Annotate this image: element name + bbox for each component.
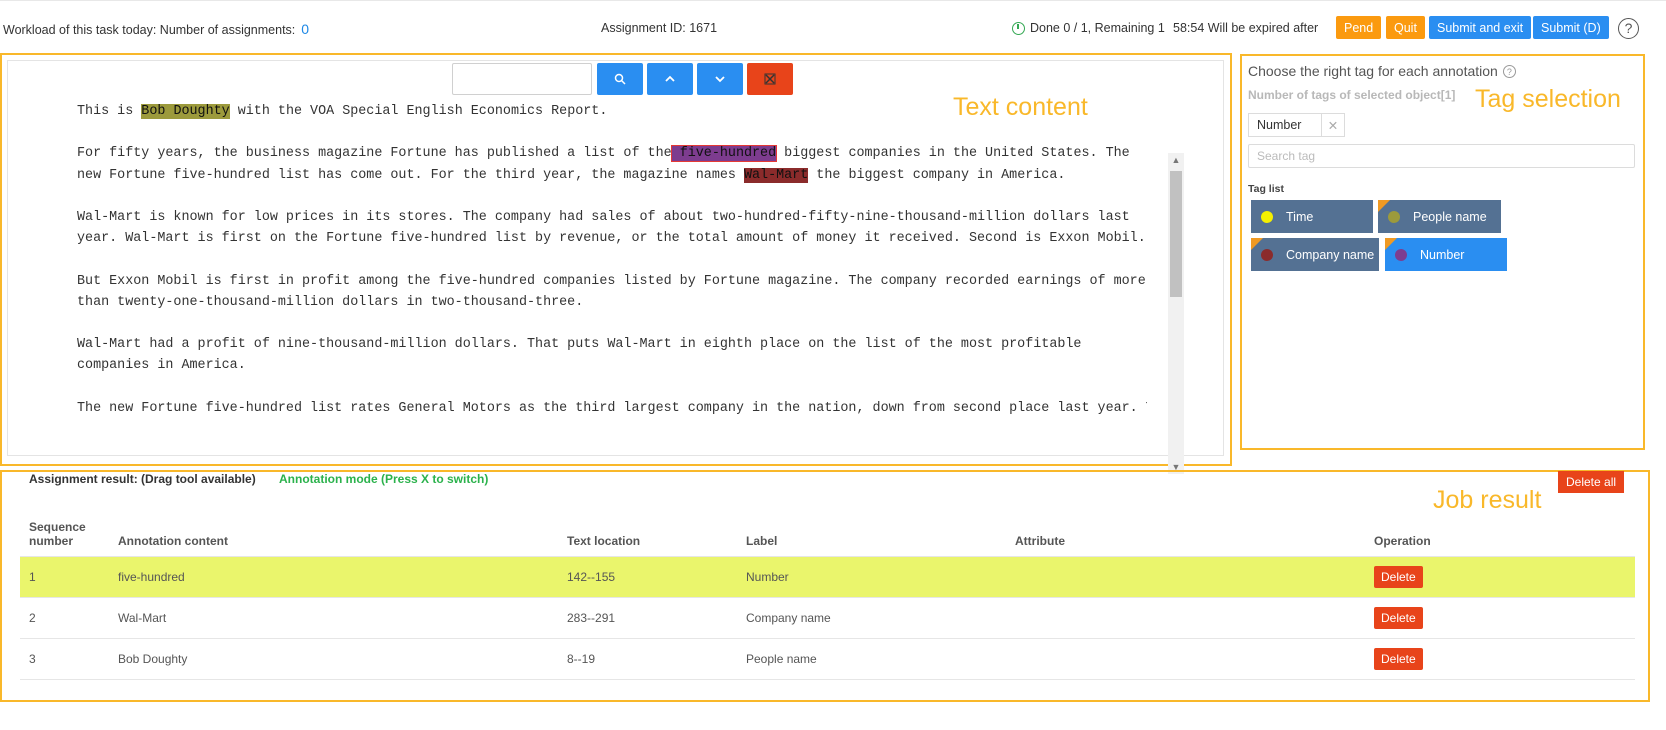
paragraph: The new Fortune five-hundred list rates … bbox=[77, 400, 1147, 416]
search-button[interactable] bbox=[597, 63, 643, 95]
cell-label: Company name bbox=[737, 597, 1006, 639]
tag-color-dot bbox=[1388, 210, 1400, 223]
paragraph: For fifty years, the business magazine F… bbox=[77, 145, 1130, 183]
workload-info: Workload of this task today: Number of a… bbox=[3, 21, 309, 37]
job-result-panel: Assignment result: (Drag tool available)… bbox=[0, 470, 1650, 702]
cell-operation: Delete bbox=[1365, 597, 1635, 639]
paragraph: Wal-Mart is known for low prices in its … bbox=[77, 209, 1146, 247]
document-text[interactable]: This is Bob Doughty with the VOA Special… bbox=[77, 101, 1147, 440]
cell-label: Number bbox=[737, 556, 1006, 598]
tag-selection-label: Tag selection bbox=[1475, 85, 1621, 113]
tag-color-dot bbox=[1395, 248, 1407, 261]
timer-icon bbox=[1012, 21, 1025, 35]
tag-corner-marker bbox=[1378, 200, 1390, 212]
next-button[interactable] bbox=[697, 63, 743, 95]
cell-location: 283--291 bbox=[558, 597, 737, 639]
delete-all-button[interactable]: Delete all bbox=[1558, 471, 1625, 493]
search-input[interactable] bbox=[452, 63, 592, 95]
submit-and-exit-button[interactable]: Submit and exit bbox=[1429, 16, 1532, 39]
paragraph: This is Bob Doughty with the VOA Special… bbox=[77, 104, 608, 119]
submit-button[interactable]: Submit (D) bbox=[1533, 16, 1609, 39]
cell-operation: Delete bbox=[1365, 638, 1635, 680]
tag-list-label: Tag list bbox=[1248, 183, 1284, 195]
annotation-mode[interactable]: Annotation mode (Press X to switch) bbox=[279, 472, 488, 486]
previous-button[interactable] bbox=[647, 63, 693, 95]
annotation-company-name[interactable]: Wal-Mart bbox=[743, 167, 809, 183]
results-table: Sequence number Annotation content Text … bbox=[20, 510, 1635, 680]
top-bar: Workload of this task today: Number of a… bbox=[0, 0, 1666, 54]
annotation-number[interactable]: five-hundred bbox=[670, 145, 778, 163]
progress-info: Done 0 / 1, Remaining 1 bbox=[1012, 21, 1165, 35]
pend-button[interactable]: Pend bbox=[1336, 16, 1382, 39]
quit-button[interactable]: Quit bbox=[1386, 16, 1425, 39]
scroll-up-icon[interactable]: ▲ bbox=[1171, 155, 1181, 165]
help-icon[interactable]: ? bbox=[1618, 18, 1639, 39]
selected-tag-chip: Number ✕ bbox=[1248, 113, 1345, 137]
tag-selection-panel: Choose the right tag for each annotation… bbox=[1240, 54, 1645, 450]
tag-company-name[interactable]: Company name bbox=[1251, 238, 1379, 271]
delete-row-button[interactable]: Delete bbox=[1374, 647, 1423, 670]
cell-label: People name bbox=[737, 638, 1006, 680]
assignment-id: Assignment ID: 1671 bbox=[601, 21, 718, 35]
column-header: Text location bbox=[558, 510, 737, 557]
text-content-panel: Text content This is Bob Doughty with th… bbox=[0, 53, 1232, 474]
cell-location: 142--155 bbox=[558, 556, 737, 598]
column-header: Attribute bbox=[1006, 510, 1365, 557]
table-header-row: Sequence number Annotation content Text … bbox=[20, 510, 1635, 557]
workload-count: 0 bbox=[301, 21, 310, 37]
search-toolbar bbox=[452, 63, 797, 95]
tag-search-input[interactable]: Search tag bbox=[1248, 144, 1635, 168]
paragraph: Wal-Mart had a profit of nine-thousand-m… bbox=[77, 337, 1082, 374]
paragraph: But Exxon Mobil is first in profit among… bbox=[77, 273, 1146, 310]
cell-attribute bbox=[1006, 597, 1365, 639]
cell-location: 8--19 bbox=[558, 638, 737, 680]
result-heading: Assignment result: (Drag tool available) bbox=[29, 472, 256, 486]
tag-time[interactable]: Time bbox=[1251, 200, 1373, 233]
tag-corner-marker bbox=[1385, 238, 1397, 250]
annotation-people-name[interactable]: Bob Doughty bbox=[141, 104, 230, 119]
chevron-down-icon bbox=[715, 76, 725, 83]
cell-seq: 3 bbox=[20, 638, 109, 680]
cell-content: Bob Doughty bbox=[109, 638, 558, 680]
cell-seq: 1 bbox=[20, 556, 109, 598]
column-header: Label bbox=[737, 510, 1006, 557]
workload-label: Workload of this task today: Number of a… bbox=[3, 23, 296, 37]
delete-row-button[interactable]: Delete bbox=[1374, 606, 1423, 629]
table-row[interactable]: 1 five-hundred 142--155 Number Delete bbox=[20, 556, 1635, 598]
clear-button[interactable] bbox=[747, 63, 793, 95]
table-row[interactable]: 3 Bob Doughty 8--19 People name Delete bbox=[20, 638, 1635, 680]
tag-people-name[interactable]: People name bbox=[1378, 200, 1501, 233]
cell-attribute bbox=[1006, 556, 1365, 598]
column-header: Operation bbox=[1365, 510, 1635, 557]
delete-row-button[interactable]: Delete bbox=[1374, 565, 1423, 588]
progress-text: Done 0 / 1, Remaining 1 bbox=[1030, 21, 1165, 35]
column-header: Annotation content bbox=[109, 510, 558, 557]
question-icon[interactable]: ? bbox=[1502, 64, 1516, 78]
tag-corner-marker bbox=[1251, 238, 1263, 250]
cell-seq: 2 bbox=[20, 597, 109, 639]
cell-operation: Delete bbox=[1365, 556, 1635, 598]
chevron-up-icon bbox=[665, 75, 675, 82]
column-header: Sequence number bbox=[20, 510, 109, 557]
tag-panel-title: Choose the right tag for each annotation… bbox=[1248, 63, 1516, 79]
cell-content: five-hundred bbox=[109, 556, 558, 598]
table-row[interactable]: 2 Wal-Mart 283--291 Company name Delete bbox=[20, 597, 1635, 639]
expire-text: 58:54 Will be expired after bbox=[1173, 21, 1319, 35]
tag-count-subtitle: Number of tags of selected object[1] bbox=[1248, 88, 1456, 102]
cell-attribute bbox=[1006, 638, 1365, 680]
cell-content: Wal-Mart bbox=[109, 597, 558, 639]
remove-tag-icon[interactable]: ✕ bbox=[1322, 118, 1344, 133]
scroll-thumb[interactable] bbox=[1170, 171, 1182, 297]
selected-tag-name: Number bbox=[1249, 114, 1322, 136]
tag-color-dot bbox=[1261, 210, 1273, 223]
tag-number[interactable]: Number bbox=[1385, 238, 1507, 271]
search-icon bbox=[614, 73, 626, 85]
close-icon bbox=[764, 73, 776, 85]
text-scrollbar[interactable]: ▲ ▼ bbox=[1168, 153, 1184, 474]
tag-color-dot bbox=[1261, 248, 1273, 261]
